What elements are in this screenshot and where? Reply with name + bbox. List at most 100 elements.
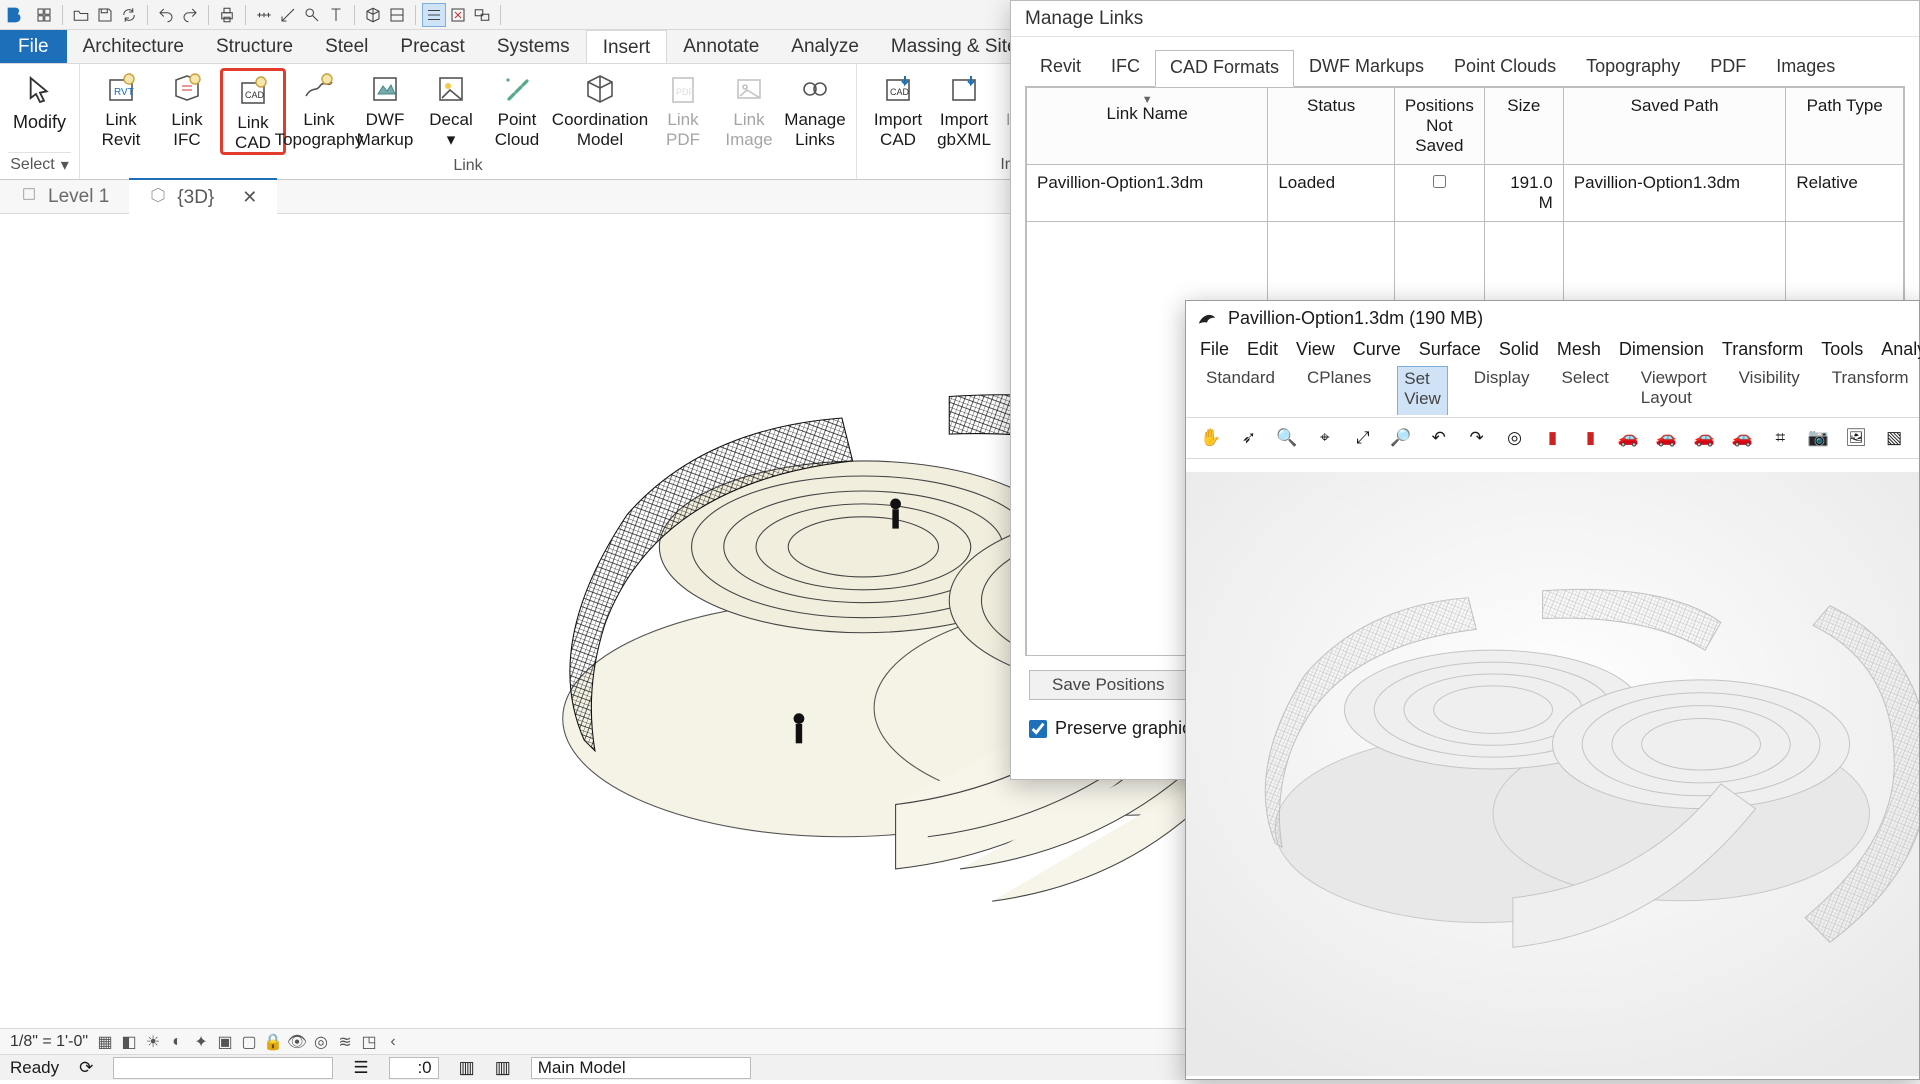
dialog-tab-point-clouds[interactable]: Point Clouds [1439, 49, 1571, 86]
qat-switch-icon[interactable] [470, 3, 494, 27]
dialog-tab-pdf[interactable]: PDF [1695, 49, 1761, 86]
view-tab-3d[interactable]: {3D}✕ [129, 178, 277, 216]
tab-file[interactable]: File [0, 30, 67, 63]
panel-select-caption[interactable]: Select▾ [8, 152, 71, 179]
column-link-name[interactable]: ▼Link Name [1027, 88, 1268, 165]
sun-path-icon[interactable]: ☀ [144, 1033, 162, 1051]
chevron-left-icon[interactable]: ‹ [384, 1033, 402, 1051]
tab-precast[interactable]: Precast [384, 30, 480, 63]
rhino-tooltab-transform[interactable]: Transform [1826, 366, 1915, 415]
qat-undo-icon[interactable] [154, 3, 178, 27]
set-view-red1-icon[interactable]: ▮ [1540, 424, 1566, 452]
set-view-car1-icon[interactable]: 🚗 [1615, 424, 1641, 452]
ribbon-ifc-button[interactable]: LinkIFC [154, 68, 220, 155]
rhino-menu-mesh[interactable]: Mesh [1557, 339, 1601, 360]
tab-insert[interactable]: Insert [586, 30, 668, 63]
crop-icon[interactable]: ▣ [216, 1033, 234, 1051]
ribbon-topo-button[interactable]: LinkTopography [286, 68, 352, 155]
zoom-extents-icon[interactable]: ⤢ [1350, 424, 1376, 452]
rhino-menu-surface[interactable]: Surface [1419, 339, 1481, 360]
render-icon[interactable]: 🖼 [1843, 424, 1869, 452]
rhino-menu-curve[interactable]: Curve [1353, 339, 1401, 360]
crop-region-icon[interactable]: ▢ [240, 1033, 258, 1051]
qat-measure-icon[interactable] [252, 3, 276, 27]
ribbon-revit-button[interactable]: RVT LinkRevit [88, 68, 154, 155]
detail-level-icon[interactable]: ▦ [96, 1033, 114, 1051]
ribbon-igbxml-button[interactable]: ImportgbXML [931, 68, 997, 149]
rhino-tooltab-viewport-layout[interactable]: Viewport Layout [1635, 366, 1713, 415]
dialog-tab-ifc[interactable]: IFC [1096, 49, 1155, 86]
visual-style-icon[interactable]: ◧ [120, 1033, 138, 1051]
redo-view-icon[interactable]: ↷ [1464, 424, 1490, 452]
qat-tag-icon[interactable] [300, 3, 324, 27]
rhino-menu-tools[interactable]: Tools [1821, 339, 1863, 360]
rhino-menu-view[interactable]: View [1296, 339, 1335, 360]
main-model-combo[interactable]: Main Model [531, 1057, 751, 1079]
set-view-car2-icon[interactable]: 🚗 [1653, 424, 1679, 452]
column-size[interactable]: Size [1484, 88, 1563, 165]
set-view-car4-icon[interactable]: 🚗 [1729, 424, 1755, 452]
column-path-type[interactable]: Path Type [1786, 88, 1904, 165]
rhino-menu-dimension[interactable]: Dimension [1619, 339, 1704, 360]
ribbon-dwf-button[interactable]: DWFMarkup [352, 68, 418, 155]
tab-steel[interactable]: Steel [309, 30, 384, 63]
qat-redo-icon[interactable] [178, 3, 202, 27]
column-status[interactable]: Status [1268, 88, 1395, 165]
analytical-icon[interactable]: ≋ [336, 1033, 354, 1051]
camera-icon[interactable]: 📷 [1805, 424, 1831, 452]
zoom-selected-icon[interactable]: 🔎 [1388, 424, 1414, 452]
named-view-icon[interactable]: ◎ [1502, 424, 1528, 452]
column-saved-path[interactable]: Saved Path [1563, 88, 1786, 165]
qat-section-icon[interactable] [385, 3, 409, 27]
view-tab-level1[interactable]: Level 1 [0, 179, 129, 215]
modify-button[interactable] [14, 68, 66, 112]
workset-combo[interactable] [113, 1057, 333, 1079]
table-row[interactable]: Pavillion-Option1.3dmLoaded191.0 MPavill… [1027, 165, 1904, 222]
save-positions-button[interactable]: Save Positions [1029, 670, 1187, 700]
rendering-icon[interactable]: ✦ [192, 1033, 210, 1051]
ribbon-mlinks-button[interactable]: ManageLinks [782, 68, 848, 155]
lock-icon[interactable]: 🔒 [264, 1033, 282, 1051]
rhino-menu-file[interactable]: File [1200, 339, 1229, 360]
dialog-tab-images[interactable]: Images [1761, 49, 1850, 86]
qat-save-icon[interactable] [93, 3, 117, 27]
shadows-icon[interactable]: ◐ [168, 1033, 186, 1051]
model-groups-icon[interactable]: ▥ [495, 1058, 511, 1078]
temp-hide-icon[interactable]: 👁 [288, 1033, 306, 1051]
tab-structure[interactable]: Structure [200, 30, 309, 63]
qat-3d-icon[interactable] [361, 3, 385, 27]
rhino-tooltab-standard[interactable]: Standard [1200, 366, 1281, 415]
qat-thinlines-icon[interactable] [422, 3, 446, 27]
editable-only-icon[interactable]: ▥ [459, 1058, 475, 1078]
rhino-tooltab-cplanes[interactable]: CPlanes [1301, 366, 1377, 415]
tab-analyze[interactable]: Analyze [775, 30, 875, 63]
tab-annotate[interactable]: Annotate [667, 30, 775, 63]
qat-text-icon[interactable] [324, 3, 348, 27]
view-scale[interactable]: 1/8" = 1'-0" [10, 1033, 88, 1051]
rhino-menu-edit[interactable]: Edit [1247, 339, 1278, 360]
close-icon[interactable]: ✕ [242, 187, 257, 208]
rotate-view-icon[interactable]: ➶ [1236, 424, 1262, 452]
rhino-menu-transform[interactable]: Transform [1722, 339, 1803, 360]
ribbon-icad-button[interactable]: CAD ImportCAD [865, 68, 931, 149]
rhino-tooltab-set-view[interactable]: Set View [1397, 366, 1448, 415]
ribbon-coord-button[interactable]: CoordinationModel [550, 68, 650, 155]
highlight-icon[interactable]: ◳ [360, 1033, 378, 1051]
column-positions-not-saved[interactable]: PositionsNot Saved [1394, 88, 1484, 165]
rhino-tooltab-select[interactable]: Select [1556, 366, 1615, 415]
qat-home-icon[interactable] [32, 3, 56, 27]
zoom-icon[interactable]: 🔍 [1274, 424, 1300, 452]
rhino-menu-solid[interactable]: Solid [1499, 339, 1539, 360]
ribbon-pcloud-button[interactable]: PointCloud [484, 68, 550, 155]
dialog-tab-dwf-markups[interactable]: DWF Markups [1294, 49, 1439, 86]
pan-icon[interactable]: ✋ [1198, 424, 1224, 452]
set-view-red2-icon[interactable]: ▮ [1578, 424, 1604, 452]
qat-dimension-icon[interactable] [276, 3, 300, 27]
qat-sync-icon[interactable] [117, 3, 141, 27]
dialog-tab-revit[interactable]: Revit [1025, 49, 1096, 86]
qat-close-hidden-icon[interactable] [446, 3, 470, 27]
qat-open-icon[interactable] [69, 3, 93, 27]
dialog-tab-cad-formats[interactable]: CAD Formats [1155, 50, 1294, 87]
tab-systems[interactable]: Systems [481, 30, 586, 63]
set-view-car3-icon[interactable]: 🚗 [1691, 424, 1717, 452]
